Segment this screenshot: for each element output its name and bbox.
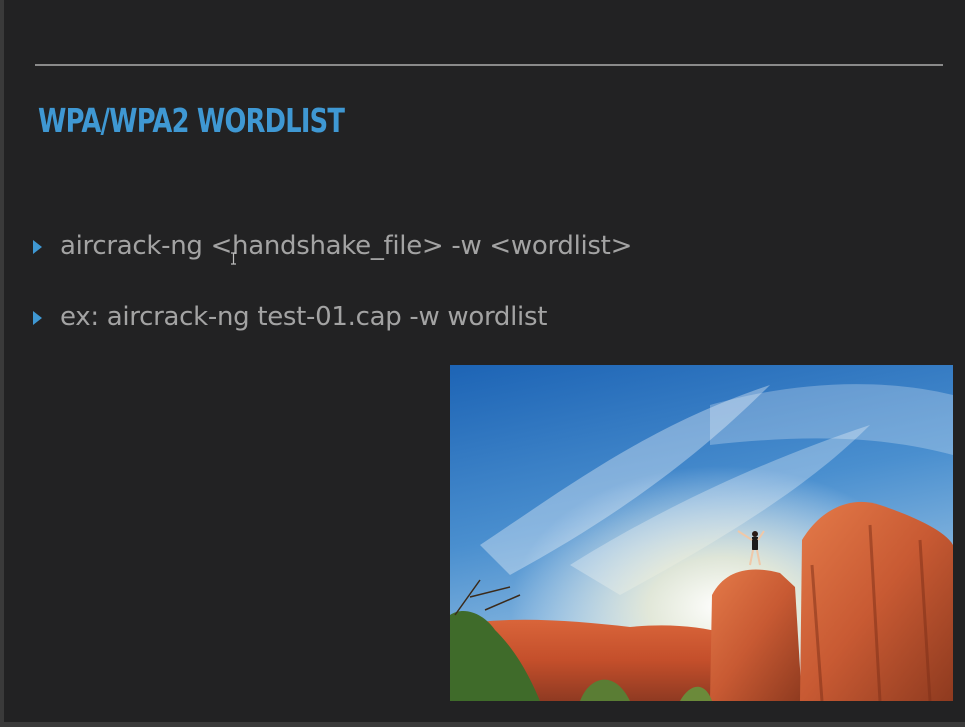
slide: WPA/WPA2 WORDLIST aircrack-ng <handshake… [4,0,965,722]
bullet-text: aircrack-ng <handshake_file> -w <wordlis… [60,231,633,261]
bullet-item: aircrack-ng <handshake_file> -w <wordlis… [33,230,632,264]
title-divider [35,64,943,66]
climber-photo [450,365,953,701]
text-cursor-icon [231,252,236,265]
bullet-text: ex: aircrack-ng test-01.cap -w wordlist [60,302,548,332]
triangle-bullet-icon [33,239,42,254]
slide-title: WPA/WPA2 WORDLIST [38,101,345,140]
triangle-bullet-icon [33,310,42,325]
bullet-item: ex: aircrack-ng test-01.cap -w wordlist [33,301,547,335]
